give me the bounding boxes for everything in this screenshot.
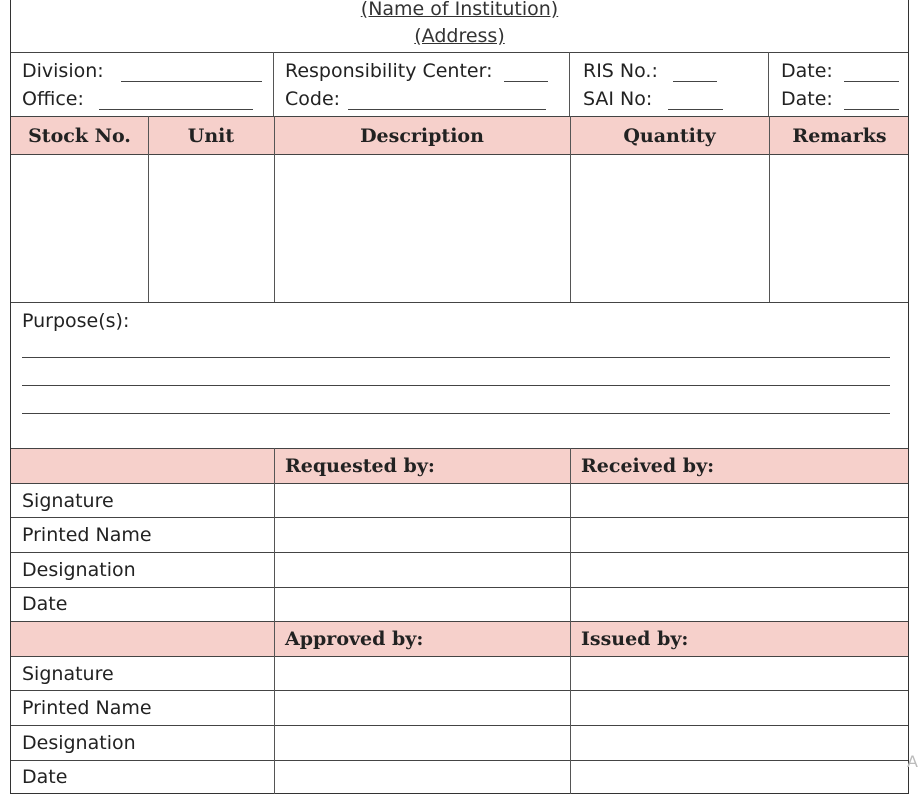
printed-name-label: Printed Name bbox=[22, 697, 152, 719]
divider bbox=[11, 302, 908, 303]
signatory-header-2: Approved by: Issued by: bbox=[11, 622, 908, 656]
ris-no-label: RIS No.: bbox=[583, 60, 658, 82]
date-label-1: Date: bbox=[781, 60, 833, 82]
responsibility-center-label: Responsibility Center: bbox=[285, 60, 493, 82]
division-label: Division: bbox=[22, 60, 104, 82]
requested-by-fields[interactable] bbox=[275, 484, 569, 621]
column-header-unit: Unit bbox=[187, 125, 235, 147]
signature-label: Signature bbox=[22, 490, 114, 512]
designation-label: Designation bbox=[22, 559, 136, 581]
requested-by-label: Requested by: bbox=[285, 455, 435, 477]
divider bbox=[768, 52, 769, 116]
column-header-description: Description bbox=[360, 125, 484, 147]
code-label: Code: bbox=[285, 88, 341, 110]
sai-no-label: SAI No: bbox=[583, 88, 653, 110]
institution-name: (Name of Institution) bbox=[360, 0, 559, 20]
date-label: Date bbox=[22, 593, 68, 615]
office-field[interactable] bbox=[99, 109, 253, 110]
purpose-label: Purpose(s): bbox=[22, 310, 130, 332]
office-label: Office: bbox=[22, 88, 84, 110]
column-header-quantity: Quantity bbox=[623, 125, 716, 147]
requisition-issue-slip-form: (Name of Institution) (Address) Division… bbox=[10, 0, 909, 794]
items-table-body[interactable] bbox=[11, 155, 908, 302]
received-by-fields[interactable] bbox=[571, 484, 910, 621]
items-table-header: Stock No. Unit Description Quantity Rema… bbox=[11, 117, 908, 154]
ris-no-field[interactable] bbox=[673, 81, 717, 82]
signatory-header-1: Requested by: Received by: bbox=[11, 449, 908, 483]
corner-glyph: A bbox=[907, 752, 918, 771]
issued-by-label: Issued by: bbox=[581, 628, 689, 650]
responsibility-center-field[interactable] bbox=[504, 81, 548, 82]
date-field-1[interactable] bbox=[844, 81, 899, 82]
column-header-stock-no: Stock No. bbox=[28, 125, 131, 147]
divider bbox=[569, 52, 570, 116]
code-field[interactable] bbox=[348, 109, 546, 110]
divider bbox=[273, 52, 274, 116]
designation-label: Designation bbox=[22, 732, 136, 754]
date-label: Date bbox=[22, 766, 68, 788]
date-label-2: Date: bbox=[781, 88, 833, 110]
printed-name-label: Printed Name bbox=[22, 524, 152, 546]
purpose-line-3[interactable] bbox=[22, 413, 890, 414]
column-header-remarks: Remarks bbox=[792, 125, 887, 147]
signature-label: Signature bbox=[22, 663, 114, 685]
divider bbox=[11, 52, 908, 53]
purpose-line-2[interactable] bbox=[22, 385, 890, 386]
sai-no-field[interactable] bbox=[668, 109, 723, 110]
issued-by-fields[interactable] bbox=[571, 657, 910, 794]
division-field[interactable] bbox=[121, 81, 262, 82]
approved-by-fields[interactable] bbox=[275, 657, 569, 794]
approved-by-label: Approved by: bbox=[285, 628, 424, 650]
purpose-line-1[interactable] bbox=[22, 357, 890, 358]
received-by-label: Received by: bbox=[581, 455, 715, 477]
institution-address: (Address) bbox=[414, 25, 505, 47]
date-field-2[interactable] bbox=[844, 109, 899, 110]
